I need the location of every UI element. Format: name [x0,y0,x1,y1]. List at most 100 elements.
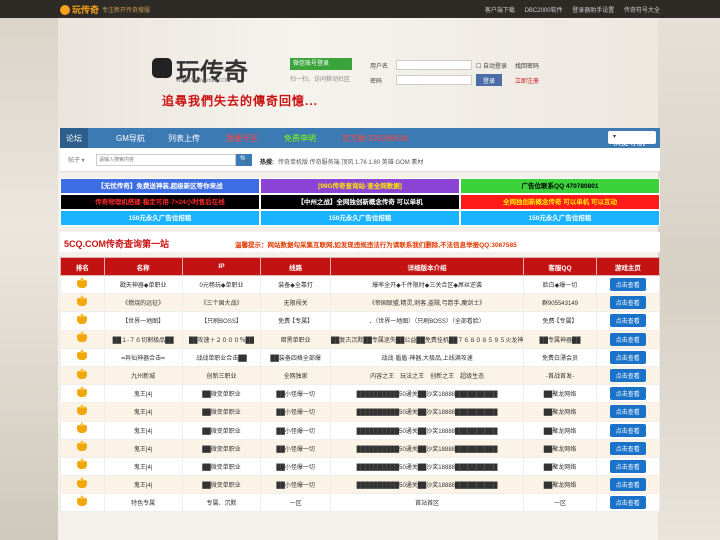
quick-nav-button[interactable]: 快捷导航 ▾ [608,131,656,147]
view-button[interactable]: 点击查看 [609,369,646,383]
crown-icon [77,385,88,397]
crown-icon [77,403,88,415]
view-button[interactable]: 点击查看 [609,478,646,492]
rank-cell [60,365,105,386]
site-title: 5CQ.COM传奇查询第一站 [64,239,170,249]
ip-cell: ██攻速＋２０００％██ [181,329,262,349]
search-bar: 帖子 ▾ 🔍 热搜: 传奇单机版 传奇服务端 顶风 1.76 1.80 英雄 GO… [60,148,660,172]
rank-cell [60,329,105,349]
gamepad-icon [152,58,172,78]
name-cell[interactable]: 鬼王|4| [103,402,183,422]
table-row: 【世界一地图】 【只刷BOSS】 免费·【专属】 ．（世界一地图）（只刷BOSS）（全… [60,311,661,331]
password-input[interactable] [396,75,472,85]
username-input[interactable] [396,60,472,70]
table-row: 鬼王|4| ██微变单职业 ██小怪爆一切 ██████████50通关██沙奖188… [60,475,661,495]
col-detail: 详细版本介绍 [329,257,525,276]
name-cell[interactable]: ██１-７６切割极品██ [103,329,183,349]
rank-cell [60,456,105,477]
route-cell: ██小怪爆一切 [260,420,331,440]
ad-banner[interactable]: 150元永久广告位招租 [60,210,260,226]
action-cell: 点击查看 [595,438,661,458]
view-button[interactable]: 点击查看 [609,314,646,328]
search-icon[interactable]: 🔍 [236,154,252,166]
hot-terms[interactable]: 传奇单机版 传奇服务端 顶风 1.76 1.80 英雄 GOM 素材 [278,160,423,166]
crown-icon [77,312,88,324]
route-cell: 装备◆全靠打 [260,274,331,295]
route-cell: ██小怪爆一切 [260,475,331,495]
name-cell[interactable]: 【世界一地图】 [103,311,183,331]
route-cell: ██小怪爆一切 [260,402,331,422]
logo-icon [60,5,70,15]
detail-cell: ██复古沉默██专属迷失██公益██免费挂机██７６８０８５９５火龙神 [329,329,525,349]
rank-cell [60,475,105,495]
detail-cell: 首站首区 [329,493,525,513]
link-client-download[interactable]: 客户端下载 [485,8,515,14]
login-panel: 微信账号登录 扫一扫，访问移动社区 用户名 密码 ☐ 自动登录 找回密码 登录 … [290,58,558,94]
nav-forum[interactable]: 论坛 [60,128,88,148]
ad-banner[interactable]: 广告位联系QQ 470780801 [460,178,660,194]
rank-cell [60,420,105,440]
rank-cell [60,347,105,367]
login-button[interactable]: 登录 [476,74,502,86]
background-right-art [658,18,720,540]
view-button[interactable]: 点击查看 [609,296,646,310]
rank-cell [60,311,105,331]
ad-banner[interactable]: 【无忧传奇】免费送神装,超级新区等你来战 [60,178,260,194]
search-type-select[interactable]: 帖子 ▾ [68,155,85,164]
view-button[interactable]: 点击查看 [609,278,646,292]
qq-cell: ██聚龙网络 [523,384,597,404]
search-input[interactable] [96,154,236,166]
view-button[interactable]: 点击查看 [609,441,646,455]
ip-cell: 专属、沉默 [181,493,262,513]
view-button[interactable]: 点击查看 [609,459,646,473]
nav-gm[interactable]: GM导航 [116,133,145,144]
ad-banner[interactable]: 全网独创新概念传奇 可以单机 可以互动 [460,194,660,210]
nav-official-group[interactable]: 官方群:339288648 [342,133,408,144]
detail-cell: ██████████50通关██沙奖18888██████████ [329,475,525,495]
view-button[interactable]: 点击查看 [609,332,646,346]
site-header: 5CQ.COM传奇查询第一站 温馨提示：网站数据勾采集互联网,如发现违规违法行为… [60,232,660,252]
ip-cell: ██微变单职业 [181,438,262,458]
auto-login-checkbox[interactable]: ☐ 自动登录 [476,61,507,70]
col-rank: 排名 [60,257,105,276]
link-symbols[interactable]: 传奇符号大全 [624,8,660,14]
ad-banner[interactable]: 150元永久广告位招租 [260,210,460,226]
view-button[interactable]: 点击查看 [609,350,646,364]
table-header-row: 排名 名称 IP 线路 详细版本介绍 客服QQ 游戏主页 [60,257,661,276]
ad-banner[interactable]: [99G传奇查询站-查全网数据] [260,178,460,194]
register-link[interactable]: 立即注册 [515,76,539,85]
password-label: 密码 [370,79,383,85]
route-cell: 暗黑单职业 [260,329,331,349]
table-row: ━异仙神器合击━ 战战单职业合击██ ██装备四格全部爆 战战·盾盾·神器,大极品,上… [60,347,661,367]
view-button[interactable]: 点击查看 [609,387,646,401]
view-button[interactable]: 点击查看 [609,405,646,419]
name-cell[interactable]: 戳天神器◆单职业 [103,274,183,295]
ip-cell: 创新三职业 [181,365,262,386]
nav-open-server[interactable]: 我要开区 [226,133,258,144]
name-cell[interactable]: 鬼王|4| [103,384,183,404]
link-dbc2000[interactable]: DBC2000软件 [525,8,563,14]
link-login-helper[interactable]: 登录器助手设置 [572,8,614,14]
view-button[interactable]: 点击查看 [609,423,646,437]
wechat-login-button[interactable]: 微信账号登录 [290,58,352,70]
name-cell[interactable]: 鬼王|4| [103,420,183,440]
name-cell[interactable]: 鬼王|4| [103,456,183,477]
view-button[interactable]: 点击查看 [609,496,646,510]
crown-icon [77,476,88,488]
name-cell[interactable]: 鬼王|4| [103,438,183,458]
qq-cell: ██专属神器██ [523,329,597,349]
name-cell[interactable]: 《燃烧的远征》 [103,293,183,313]
name-cell[interactable]: 特色专属 [103,493,183,513]
ad-banner[interactable]: 传奇物理机搭建-稳定可用-7×24小时售后在线 [60,194,260,210]
nav-disclaimer[interactable]: 免费申明 [284,133,316,144]
forgot-password-link[interactable]: 找回密码 [515,61,539,70]
name-cell[interactable]: 鬼王|4| [103,475,183,495]
name-cell[interactable]: 九州新城 [103,365,183,386]
top-logo[interactable]: 玩传奇 [60,3,99,16]
ad-banner[interactable]: 【中州之战】全网独创新概念传奇 可以单机 [260,194,460,210]
name-cell[interactable]: ━异仙神器合击━ [103,347,183,367]
action-cell: 点击查看 [595,456,661,477]
ad-banner[interactable]: 150元永久广告位招租 [460,210,660,226]
action-cell: 点击查看 [595,293,661,313]
nav-upload[interactable]: 列表上传 [168,133,200,144]
